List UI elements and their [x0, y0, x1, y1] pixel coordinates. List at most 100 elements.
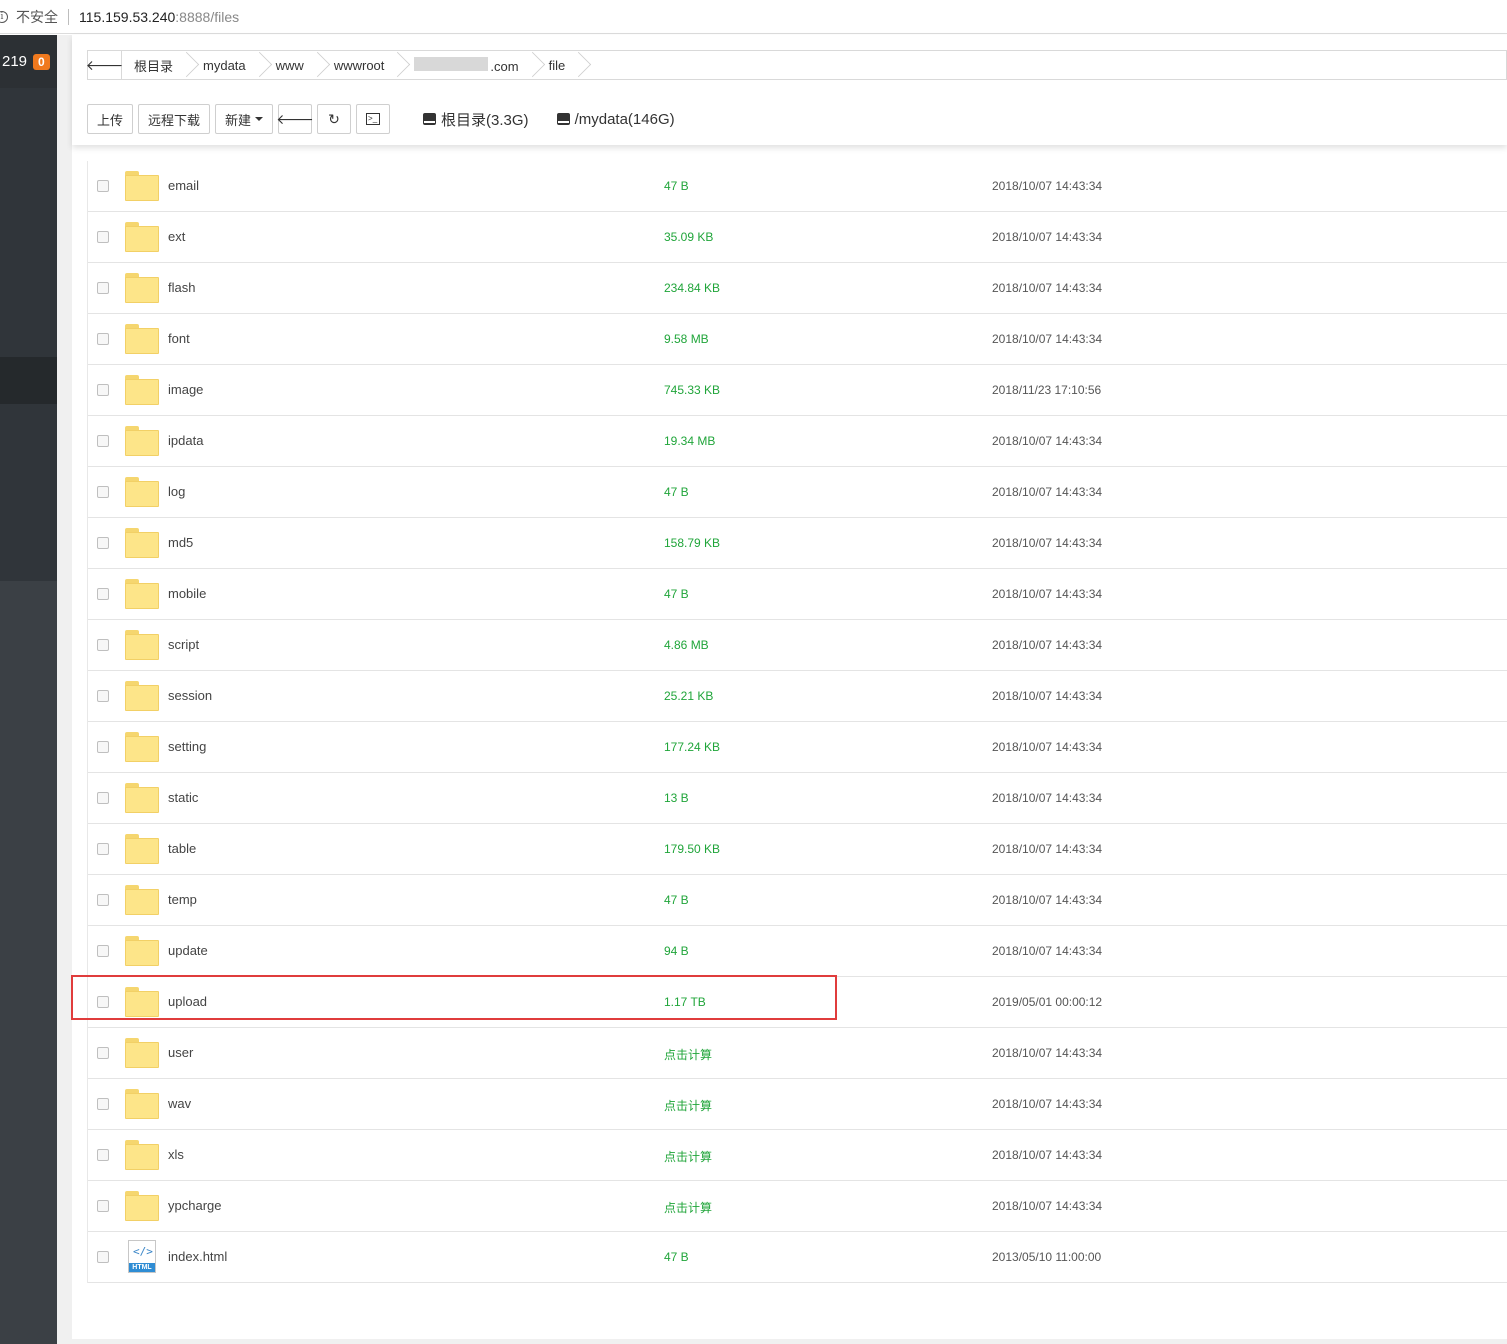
- row-checkbox[interactable]: [97, 1251, 109, 1263]
- table-row[interactable]: wav 点击计算 2018/10/07 14:43:34: [88, 1079, 1507, 1130]
- terminal-icon[interactable]: >_: [356, 104, 391, 134]
- row-checkbox[interactable]: [97, 741, 109, 753]
- file-size[interactable]: 179.50 KB: [664, 842, 720, 856]
- file-size[interactable]: 点击计算: [664, 1046, 712, 1063]
- file-name[interactable]: table: [168, 841, 196, 856]
- file-size[interactable]: 94 B: [664, 944, 689, 958]
- disk-mydata[interactable]: /mydata(146G): [556, 111, 675, 128]
- file-size[interactable]: 47 B: [664, 1250, 689, 1264]
- table-row[interactable]: md5 158.79 KB 2018/10/07 14:43:34: [88, 518, 1507, 569]
- file-name[interactable]: ypcharge: [168, 1198, 221, 1213]
- table-row[interactable]: upload 1.17 TB 2019/05/01 00:00:12: [88, 977, 1507, 1028]
- file-size[interactable]: 1.17 TB: [664, 995, 706, 1009]
- row-checkbox[interactable]: [97, 1047, 109, 1059]
- file-name[interactable]: image: [168, 382, 203, 397]
- file-size[interactable]: 点击计算: [664, 1097, 712, 1114]
- file-name[interactable]: wav: [168, 1096, 191, 1111]
- row-checkbox[interactable]: [97, 588, 109, 600]
- row-checkbox[interactable]: [97, 1200, 109, 1212]
- row-checkbox[interactable]: [97, 486, 109, 498]
- file-size[interactable]: 35.09 KB: [664, 230, 713, 244]
- table-row[interactable]: </> HTML index.html 47 B 2013/05/10 11:00:00: [88, 1232, 1507, 1283]
- row-checkbox[interactable]: [97, 639, 109, 651]
- file-name[interactable]: email: [168, 178, 199, 193]
- file-size[interactable]: 47 B: [664, 179, 689, 193]
- back-arrow-icon[interactable]: 🡐: [86, 51, 123, 79]
- breadcrumb-item[interactable]: www: [264, 51, 322, 79]
- table-row[interactable]: session 25.21 KB 2018/10/07 14:43:34: [88, 671, 1507, 722]
- breadcrumb-item-redacted[interactable]: .com: [402, 51, 536, 79]
- file-name[interactable]: user: [168, 1045, 193, 1060]
- file-name[interactable]: log: [168, 484, 185, 499]
- row-checkbox[interactable]: [97, 180, 109, 192]
- row-checkbox[interactable]: [97, 690, 109, 702]
- table-row[interactable]: static 13 B 2018/10/07 14:43:34: [88, 773, 1507, 824]
- breadcrumb-item[interactable]: mydata: [191, 51, 264, 79]
- table-row[interactable]: ypcharge 点击计算 2018/10/07 14:43:34: [88, 1181, 1507, 1232]
- table-row[interactable]: update 94 B 2018/10/07 14:43:34: [88, 926, 1507, 977]
- table-row[interactable]: setting 177.24 KB 2018/10/07 14:43:34: [88, 722, 1507, 773]
- notification-badge[interactable]: 0: [33, 53, 50, 70]
- row-checkbox[interactable]: [97, 996, 109, 1008]
- file-name[interactable]: setting: [168, 739, 206, 754]
- table-row[interactable]: ext 35.09 KB 2018/10/07 14:43:34: [88, 212, 1507, 263]
- file-name[interactable]: md5: [168, 535, 193, 550]
- row-checkbox[interactable]: [97, 435, 109, 447]
- file-size[interactable]: 47 B: [664, 485, 689, 499]
- remote-download-button[interactable]: 远程下载: [138, 104, 211, 134]
- info-icon[interactable]: i: [0, 10, 8, 23]
- file-size[interactable]: 158.79 KB: [664, 536, 720, 550]
- file-size[interactable]: 19.34 MB: [664, 434, 715, 448]
- new-dropdown-button[interactable]: 新建: [215, 104, 274, 134]
- file-name[interactable]: script: [168, 637, 199, 652]
- row-checkbox[interactable]: [97, 945, 109, 957]
- file-name[interactable]: ext: [168, 229, 185, 244]
- file-name[interactable]: session: [168, 688, 212, 703]
- row-checkbox[interactable]: [97, 384, 109, 396]
- file-name[interactable]: flash: [168, 280, 195, 295]
- file-name[interactable]: font: [168, 331, 190, 346]
- row-checkbox[interactable]: [97, 282, 109, 294]
- table-row[interactable]: user 点击计算 2018/10/07 14:43:34: [88, 1028, 1507, 1079]
- row-checkbox[interactable]: [97, 894, 109, 906]
- file-size[interactable]: 9.58 MB: [664, 332, 709, 346]
- file-name[interactable]: static: [168, 790, 198, 805]
- row-checkbox[interactable]: [97, 1149, 109, 1161]
- disk-root[interactable]: 根目录(3.3G): [423, 109, 529, 130]
- breadcrumb-item[interactable]: 根目录: [122, 51, 191, 79]
- file-size[interactable]: 47 B: [664, 893, 689, 907]
- table-row[interactable]: temp 47 B 2018/10/07 14:43:34: [88, 875, 1507, 926]
- file-size[interactable]: 4.86 MB: [664, 638, 709, 652]
- file-size[interactable]: 47 B: [664, 587, 689, 601]
- file-name[interactable]: mobile: [168, 586, 206, 601]
- table-row[interactable]: flash 234.84 KB 2018/10/07 14:43:34: [88, 263, 1507, 314]
- file-size[interactable]: 234.84 KB: [664, 281, 720, 295]
- table-row[interactable]: xls 点击计算 2018/10/07 14:43:34: [88, 1130, 1507, 1181]
- upload-button[interactable]: 上传: [87, 104, 134, 134]
- table-row[interactable]: font 9.58 MB 2018/10/07 14:43:34: [88, 314, 1507, 365]
- row-checkbox[interactable]: [97, 843, 109, 855]
- file-name[interactable]: temp: [168, 892, 197, 907]
- file-size[interactable]: 点击计算: [664, 1148, 712, 1165]
- table-row[interactable]: email 47 B 2018/10/07 14:43:34: [88, 161, 1507, 212]
- table-row[interactable]: script 4.86 MB 2018/10/07 14:43:34: [88, 620, 1507, 671]
- row-checkbox[interactable]: [97, 537, 109, 549]
- file-size[interactable]: 25.21 KB: [664, 689, 713, 703]
- file-size[interactable]: 13 B: [664, 791, 689, 805]
- file-name[interactable]: update: [168, 943, 208, 958]
- row-checkbox[interactable]: [97, 231, 109, 243]
- breadcrumb-item[interactable]: wwwroot: [322, 51, 403, 79]
- file-size[interactable]: 177.24 KB: [664, 740, 720, 754]
- file-size[interactable]: 点击计算: [664, 1199, 712, 1216]
- refresh-icon[interactable]: ↻: [317, 104, 352, 134]
- sidebar-item-active[interactable]: [0, 357, 57, 404]
- table-row[interactable]: table 179.50 KB 2018/10/07 14:43:34: [88, 824, 1507, 875]
- row-checkbox[interactable]: [97, 1098, 109, 1110]
- file-name[interactable]: upload: [168, 994, 207, 1009]
- table-row[interactable]: ipdata 19.34 MB 2018/10/07 14:43:34: [88, 416, 1507, 467]
- table-row[interactable]: log 47 B 2018/10/07 14:43:34: [88, 467, 1507, 518]
- back-arrow-icon[interactable]: 🡐: [276, 104, 314, 134]
- row-checkbox[interactable]: [97, 333, 109, 345]
- row-checkbox[interactable]: [97, 792, 109, 804]
- file-size[interactable]: 745.33 KB: [664, 383, 720, 397]
